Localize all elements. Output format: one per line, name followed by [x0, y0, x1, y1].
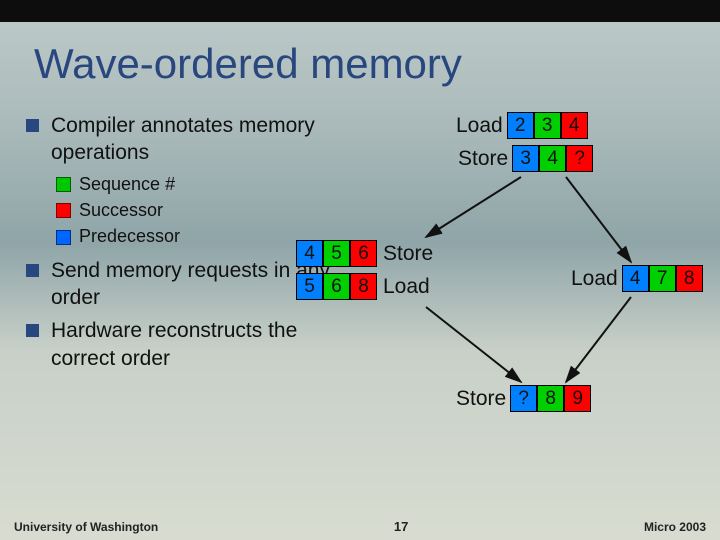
cell-seq: 6 [323, 273, 350, 300]
op-top-load: Load 2 3 4 [456, 112, 588, 139]
op-label: Load [571, 267, 618, 291]
op-label: Store [458, 147, 508, 171]
sub-bullets: Sequence # Successor Predecessor [56, 173, 336, 249]
cell-pred: 4 [296, 240, 323, 267]
cell-seq: 3 [534, 112, 561, 139]
op-label: Store [456, 387, 506, 411]
cell-seq: 5 [323, 240, 350, 267]
op-left-load: 5 6 8 Load [296, 273, 430, 300]
cell-seq: 8 [537, 385, 564, 412]
sub-2: Successor [56, 199, 336, 222]
sub-2-text: Successor [79, 199, 163, 222]
bullet-list: Compiler annotates memory operations Seq… [26, 112, 336, 372]
bullet-3: Hardware reconstructs the correct order [26, 317, 336, 372]
bullet-1-text: Compiler annotates memory operations [51, 112, 336, 167]
cell-seq: 7 [649, 265, 676, 292]
page-number: 17 [394, 519, 408, 534]
op-left-store: 4 5 6 Store [296, 240, 433, 267]
footer-left: University of Washington [14, 520, 158, 534]
content-area: Compiler annotates memory operations Seq… [26, 112, 710, 510]
cell-pred: 5 [296, 273, 323, 300]
op-label: Load [383, 275, 430, 299]
cell-succ: ? [566, 145, 593, 172]
top-black-bar [0, 0, 720, 22]
sub-3: Predecessor [56, 225, 336, 248]
sub-1-text: Sequence # [79, 173, 175, 196]
op-label: Store [383, 242, 433, 266]
slide-title: Wave-ordered memory [0, 22, 720, 88]
bullet-icon [26, 264, 39, 277]
op-right-load: Load 4 7 8 [571, 265, 703, 292]
bullet-2: Send memory requests in any order [26, 257, 336, 312]
bullet-1: Compiler annotates memory operations [26, 112, 336, 167]
cell-succ: 4 [561, 112, 588, 139]
cell-pred: 3 [512, 145, 539, 172]
bullet-2-text: Send memory requests in any order [51, 257, 336, 312]
sub-1: Sequence # [56, 173, 336, 196]
bullet-icon [26, 119, 39, 132]
green-square-icon [56, 177, 71, 192]
footer-right: Micro 2003 [644, 520, 706, 534]
op-bottom-store: Store ? 8 9 [456, 385, 591, 412]
cell-seq: 4 [539, 145, 566, 172]
red-square-icon [56, 203, 71, 218]
cell-pred: 4 [622, 265, 649, 292]
bullet-3-text: Hardware reconstructs the correct order [51, 317, 336, 372]
op-top-store: Store 3 4 ? [458, 145, 593, 172]
diagram: Load 2 3 4 Store 3 4 ? 4 5 6 Store [296, 107, 720, 487]
blue-square-icon [56, 230, 71, 245]
bullet-icon [26, 324, 39, 337]
cell-succ: 8 [676, 265, 703, 292]
cell-pred: ? [510, 385, 537, 412]
cell-succ: 6 [350, 240, 377, 267]
cell-pred: 2 [507, 112, 534, 139]
op-label: Load [456, 114, 503, 138]
cell-succ: 9 [564, 385, 591, 412]
sub-3-text: Predecessor [79, 225, 180, 248]
footer: University of Washington 17 Micro 2003 [0, 515, 720, 540]
cell-succ: 8 [350, 273, 377, 300]
